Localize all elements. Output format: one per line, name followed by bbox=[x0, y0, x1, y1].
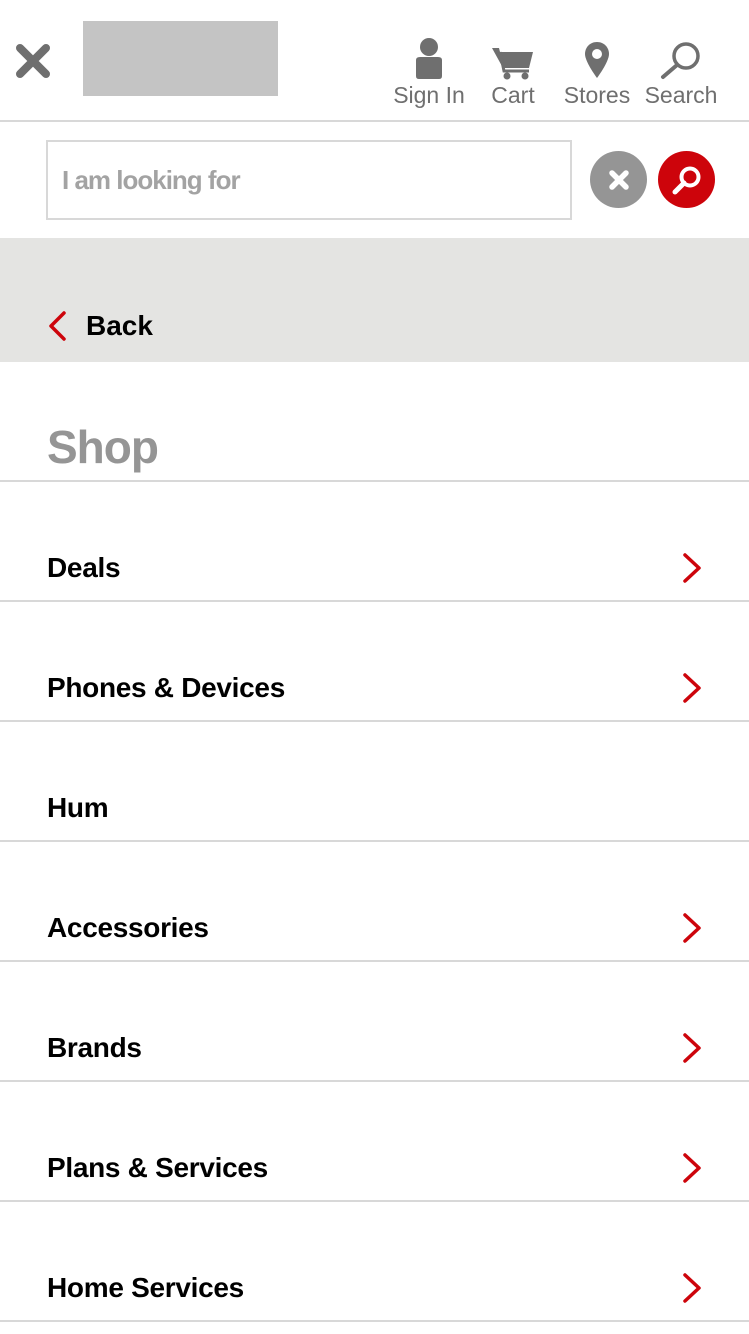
chevron-right-icon bbox=[683, 553, 701, 583]
back-button[interactable]: Back bbox=[46, 308, 153, 344]
menu-item-brands[interactable]: Brands bbox=[0, 962, 749, 1082]
menu-item-label: Hum bbox=[47, 792, 109, 823]
menu-item-phones-devices[interactable]: Phones & Devices bbox=[0, 602, 749, 722]
search-bar bbox=[0, 122, 749, 238]
chevron-right-icon bbox=[683, 1273, 701, 1303]
search-nav-button[interactable]: Search bbox=[641, 36, 721, 112]
chevron-left-icon bbox=[49, 311, 66, 341]
search-input[interactable] bbox=[46, 140, 572, 220]
back-bar: Back bbox=[0, 238, 749, 362]
menu-item-label: Brands bbox=[47, 1032, 142, 1063]
cart-button[interactable]: Cart bbox=[483, 36, 543, 112]
menu-item-label: Phones & Devices bbox=[47, 672, 285, 703]
menu-item-label: Accessories bbox=[47, 912, 209, 943]
cart-label: Cart bbox=[491, 82, 535, 108]
menu-item-hum[interactable]: Hum bbox=[0, 722, 749, 842]
location-pin-icon bbox=[585, 42, 609, 78]
chevron-right-icon bbox=[683, 913, 701, 943]
stores-button[interactable]: Stores bbox=[560, 36, 634, 112]
menu-item-label: Deals bbox=[47, 552, 121, 583]
menu-item-plans-services[interactable]: Plans & Services bbox=[0, 1082, 749, 1202]
sign-in-label: Sign In bbox=[393, 82, 465, 108]
back-label: Back bbox=[86, 310, 153, 341]
user-icon bbox=[416, 38, 442, 79]
logo-placeholder[interactable] bbox=[83, 21, 278, 96]
menu-item-home-services[interactable]: Home Services bbox=[0, 1202, 749, 1322]
sign-in-button[interactable]: Sign In bbox=[390, 36, 468, 112]
top-header: Sign In Cart Stores Search bbox=[0, 0, 749, 122]
menu-item-label: Plans & Services bbox=[47, 1152, 268, 1183]
clear-search-button[interactable] bbox=[590, 151, 647, 208]
clear-icon bbox=[608, 169, 629, 190]
stores-label: Stores bbox=[563, 82, 631, 108]
section-title: Shop bbox=[47, 421, 159, 473]
menu-item-accessories[interactable]: Accessories bbox=[0, 842, 749, 962]
chevron-right-icon bbox=[683, 1153, 701, 1183]
magnifier-icon bbox=[672, 166, 700, 194]
submit-search-button[interactable] bbox=[658, 151, 715, 208]
search-nav-label: Search bbox=[644, 82, 718, 108]
menu-item-deals[interactable]: Deals bbox=[0, 482, 749, 602]
chevron-right-icon bbox=[683, 1033, 701, 1063]
search-icon bbox=[661, 42, 700, 79]
cart-icon bbox=[492, 48, 533, 80]
shop-menu: Deals Phones & Devices Hum Accessories B… bbox=[0, 482, 749, 1322]
menu-item-label: Home Services bbox=[47, 1272, 244, 1303]
close-icon[interactable] bbox=[14, 42, 52, 80]
chevron-right-icon bbox=[683, 673, 701, 703]
